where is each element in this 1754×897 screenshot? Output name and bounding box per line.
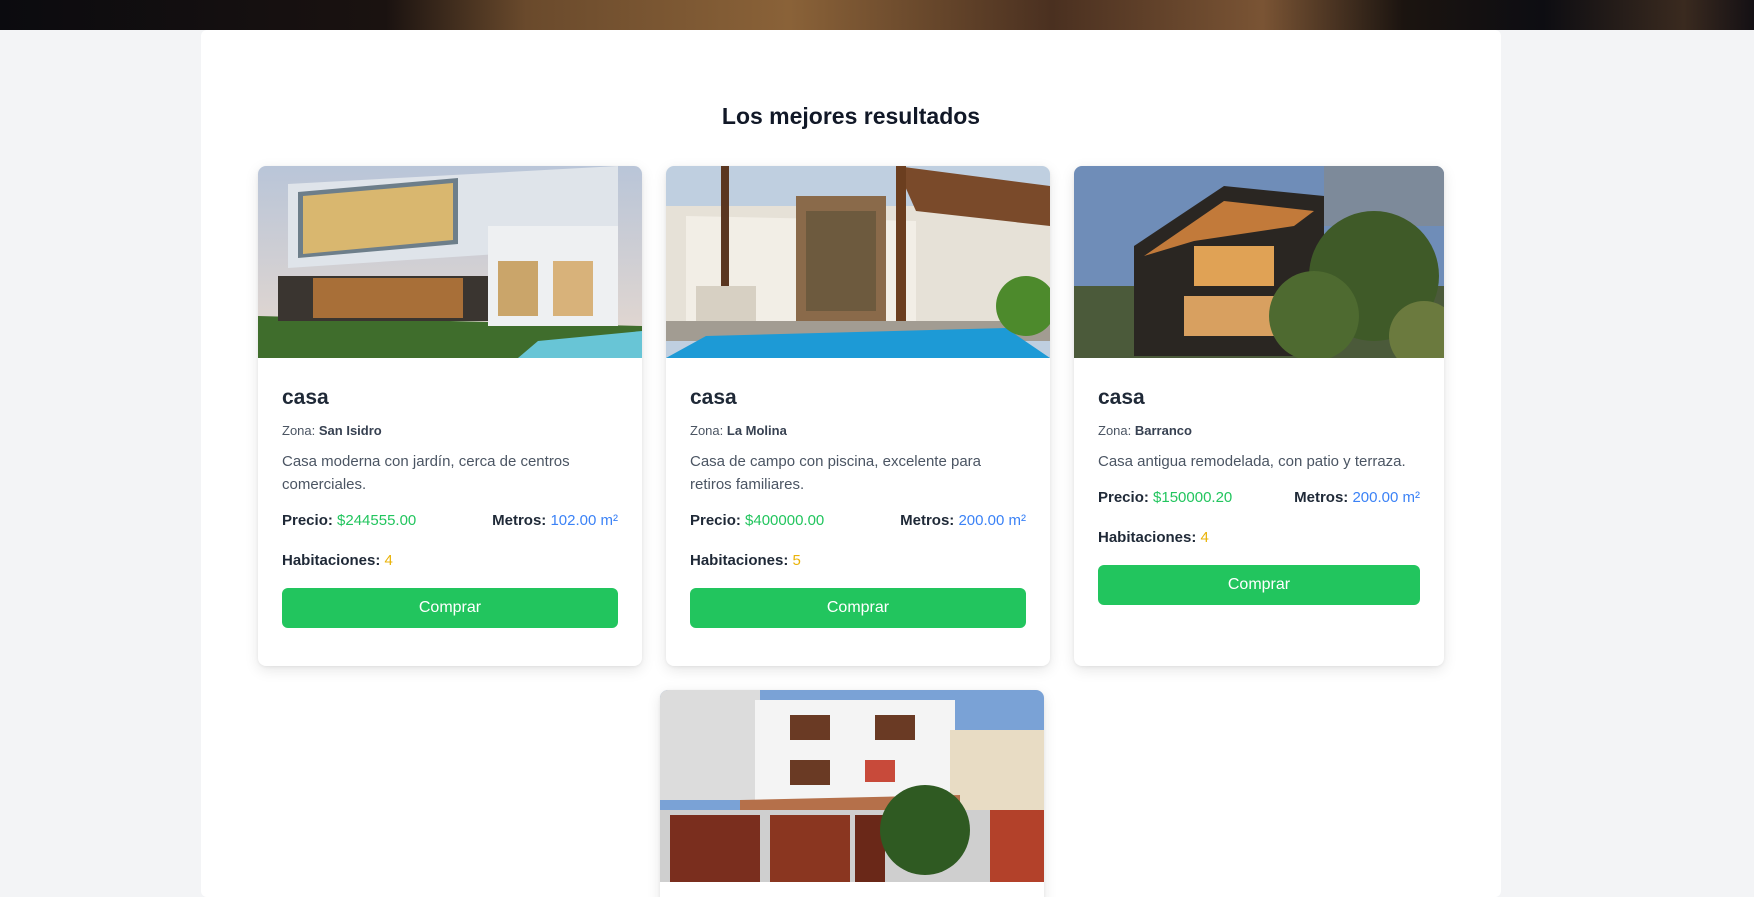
listing-zone: Zona: La Molina bbox=[690, 423, 1026, 438]
meters-label: Metros: bbox=[900, 511, 955, 529]
rooms-label: Habitaciones: bbox=[282, 551, 381, 569]
price-meters-row: Precio: $150000.20 Metros: 200.00 m² bbox=[1098, 485, 1420, 509]
section-title: Los mejores resultados bbox=[721, 103, 981, 129]
listing-details: casa Zona: San Isidro Casa moderna con j… bbox=[258, 358, 642, 652]
meters-field: Metros: 102.00 m² bbox=[492, 512, 618, 529]
meters-field: Metros: 200.00 m² bbox=[1294, 489, 1420, 506]
rooms-row: Habitaciones: 5 bbox=[690, 548, 1026, 572]
rooms-field: Habitaciones: 5 bbox=[690, 552, 801, 569]
listing-card: casa Zona: San Isidro Casa moderna con j… bbox=[258, 166, 642, 666]
rooms-field: Habitaciones: 4 bbox=[282, 552, 393, 569]
rooms-row: Habitaciones: 4 bbox=[282, 548, 618, 572]
price-meters-row: Precio: $400000.00 Metros: 200.00 m² bbox=[690, 508, 1026, 532]
listing-title: casa bbox=[690, 386, 737, 409]
price-label: Precio: bbox=[690, 511, 741, 529]
buy-button[interactable]: Comprar bbox=[282, 588, 618, 628]
listing-photo bbox=[1074, 166, 1444, 358]
rooms-field: Habitaciones: 4 bbox=[1098, 529, 1209, 546]
rooms-value: 4 bbox=[384, 551, 393, 569]
buy-button[interactable]: Comprar bbox=[1098, 565, 1420, 605]
listing-card bbox=[660, 690, 1044, 897]
buy-button[interactable]: Comprar bbox=[690, 588, 1026, 628]
listing-description: Casa moderna con jardín, cerca de centro… bbox=[282, 453, 570, 493]
price-value: $150000.20 bbox=[1153, 488, 1233, 506]
zone-value: San Isidro bbox=[318, 423, 382, 438]
rooms-label: Habitaciones: bbox=[690, 551, 789, 569]
hero-banner-strip bbox=[0, 0, 1754, 30]
listing-photo bbox=[660, 690, 1044, 882]
rooms-value: 5 bbox=[792, 551, 801, 569]
listing-description: Casa antigua remodelada, con patio y ter… bbox=[1098, 453, 1406, 470]
meters-field: Metros: 200.00 m² bbox=[900, 512, 1026, 529]
rooms-value: 4 bbox=[1200, 528, 1209, 546]
price-meters-row: Precio: $244555.00 Metros: 102.00 m² bbox=[282, 508, 618, 532]
meters-label: Metros: bbox=[492, 511, 547, 529]
listing-description: Casa de campo con piscina, excelente par… bbox=[690, 453, 982, 493]
price-value: $400000.00 bbox=[745, 511, 825, 529]
listing-zone: Zona: Barranco bbox=[1098, 423, 1420, 438]
price-field: Precio: $244555.00 bbox=[282, 512, 416, 529]
listing-details: casa Zona: La Molina Casa de campo con p… bbox=[666, 358, 1050, 652]
listing-photo bbox=[666, 166, 1050, 358]
meters-value: 102.00 m² bbox=[550, 511, 618, 529]
meters-value: 200.00 m² bbox=[1352, 488, 1420, 506]
zone-label: Zona: bbox=[282, 423, 316, 438]
zone-value: Barranco bbox=[1134, 423, 1192, 438]
rooms-label: Habitaciones: bbox=[1098, 528, 1197, 546]
price-label: Precio: bbox=[282, 511, 333, 529]
listing-card: casa Zona: La Molina Casa de campo con p… bbox=[666, 166, 1050, 666]
meters-value: 200.00 m² bbox=[958, 511, 1026, 529]
results-panel: Los mejores resultados casa Zona: San Is… bbox=[201, 30, 1501, 897]
price-field: Precio: $400000.00 bbox=[690, 512, 824, 529]
zone-value: La Molina bbox=[726, 423, 787, 438]
listing-details: casa Zona: Barranco Casa antigua remodel… bbox=[1074, 358, 1444, 629]
listing-zone: Zona: San Isidro bbox=[282, 423, 618, 438]
listing-title: casa bbox=[282, 386, 329, 409]
listing-title: casa bbox=[1098, 386, 1145, 409]
zone-label: Zona: bbox=[690, 423, 724, 438]
meters-label: Metros: bbox=[1294, 488, 1349, 506]
listing-photo bbox=[258, 166, 642, 358]
price-field: Precio: $150000.20 bbox=[1098, 489, 1232, 506]
price-label: Precio: bbox=[1098, 488, 1149, 506]
zone-label: Zona: bbox=[1098, 423, 1132, 438]
listing-card: casa Zona: Barranco Casa antigua remodel… bbox=[1074, 166, 1444, 666]
rooms-row: Habitaciones: 4 bbox=[1098, 525, 1420, 549]
price-value: $244555.00 bbox=[337, 511, 417, 529]
